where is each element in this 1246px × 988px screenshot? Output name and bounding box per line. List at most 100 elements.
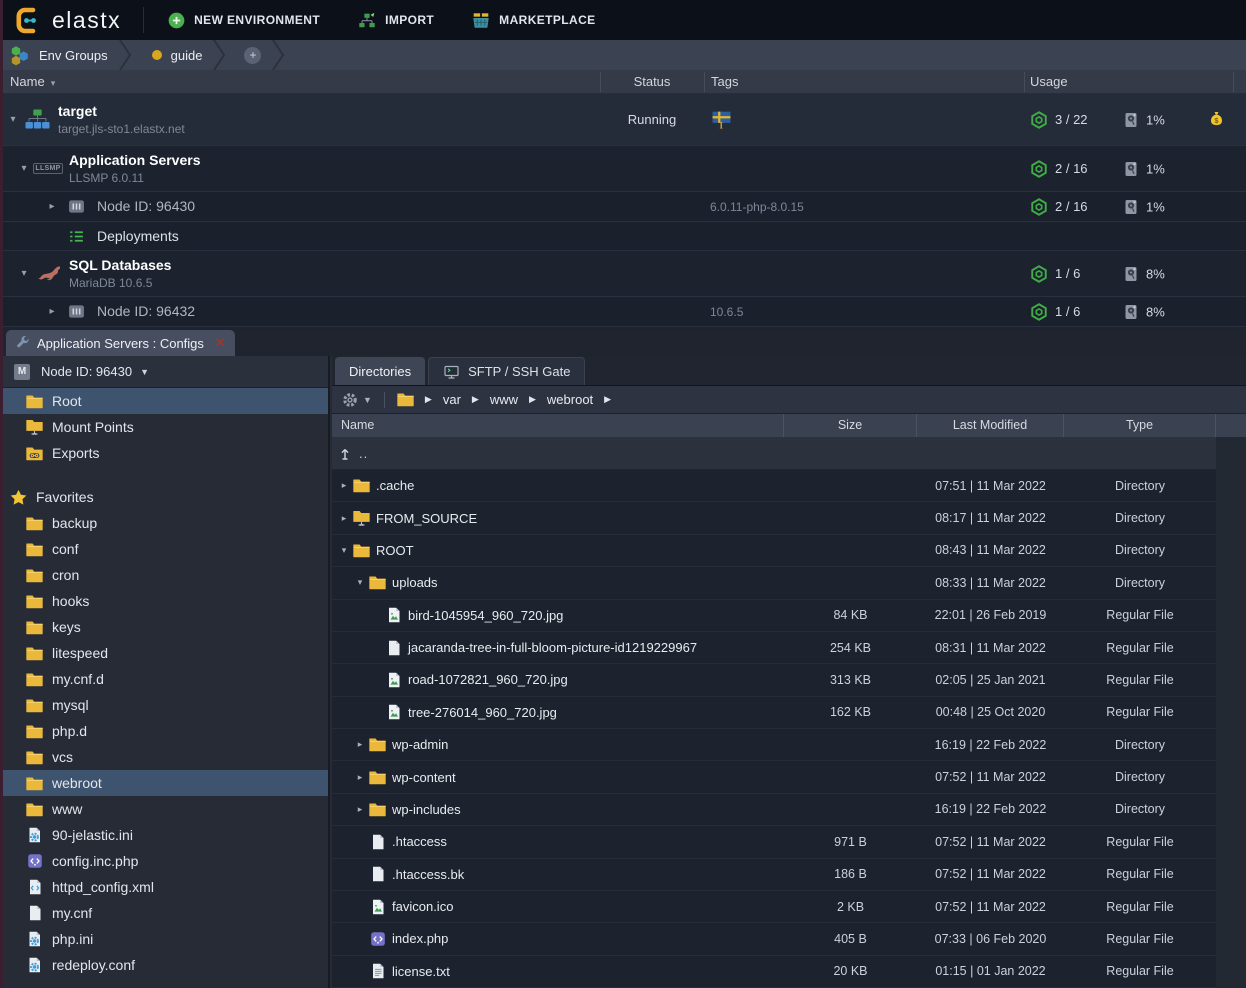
gear-icon	[342, 392, 358, 408]
sidebar-item[interactable]: litespeed	[0, 640, 328, 666]
sidebar-item[interactable]: config.inc.php	[0, 848, 328, 874]
close-icon[interactable]: ✕	[215, 335, 226, 351]
file-name: .cache	[376, 478, 414, 493]
node-selector-label: Node ID: 96430	[41, 364, 132, 379]
new-environment-button[interactable]: NEW ENVIRONMENT	[168, 12, 320, 29]
file-row[interactable]: ▸ FROM_SOURCE 08:17 | 11 Mar 2022 Direct…	[332, 502, 1216, 534]
billing-moneybag-icon[interactable]: $	[1208, 111, 1225, 129]
column-header-name[interactable]: Name	[332, 414, 784, 437]
file-row[interactable]: ▸ .cache 07:51 | 11 Mar 2022 Directory	[332, 470, 1216, 502]
file-row[interactable]: index.php 405 B 07:33 | 06 Feb 2020 Regu…	[332, 923, 1216, 955]
column-header-type[interactable]: Type	[1064, 414, 1216, 437]
environment-title: Deployments	[97, 228, 179, 245]
file-row[interactable]: favicon.ico 2 KB 07:52 | 11 Mar 2022 Reg…	[332, 891, 1216, 923]
breadcrumb-current-env[interactable]: guide	[132, 40, 213, 70]
sidebar-item[interactable]: my.cnf.d	[0, 666, 328, 692]
column-header-usage[interactable]: Usage	[1030, 70, 1068, 94]
column-header-name[interactable]: Name▾	[10, 70, 55, 94]
file-row[interactable]: ▸ wp-includes 16:19 | 22 Feb 2022 Direct…	[332, 794, 1216, 826]
file-row[interactable]: license.txt 20 KB 01:15 | 01 Jan 2022 Re…	[332, 956, 1216, 988]
sidebar-item[interactable]: vcs	[0, 744, 328, 770]
sidebar-item[interactable]: php.d	[0, 718, 328, 744]
marketplace-button[interactable]: MARKETPLACE	[472, 12, 595, 29]
disk-usage: 8%	[1123, 265, 1165, 282]
path-segment[interactable]: www	[490, 392, 518, 407]
file-row[interactable]: ▸ wp-admin 16:19 | 22 Feb 2022 Directory	[332, 729, 1216, 761]
environment-name-cell: ▾ LLSMP Application Servers LLSMP 6.0.11	[0, 146, 600, 191]
sidebar-item[interactable]: php.ini	[0, 926, 328, 952]
breadcrumb-env-groups[interactable]: Env Groups	[0, 40, 118, 70]
elastx-logo[interactable]: elastx	[16, 7, 121, 34]
import-button[interactable]: IMPORT	[358, 12, 434, 29]
node-selector[interactable]: M Node ID: 96430 ▼	[0, 356, 328, 388]
sidebar-item[interactable]: mysql	[0, 692, 328, 718]
environment-row[interactable]: ▾ SQL Databases MariaDB 10.6.5 1 / 6 8%	[0, 251, 1246, 297]
tree-chevron-icon[interactable]: ▾	[354, 577, 366, 588]
tree-chevron-icon[interactable]: ▾	[17, 268, 31, 279]
file-row[interactable]: .htaccess 971 B 07:52 | 11 Mar 2022 Regu…	[332, 826, 1216, 858]
file-row[interactable]: ▾ ROOT 08:43 | 11 Mar 2022 Directory	[332, 535, 1216, 567]
environment-row[interactable]: ▸ Node ID: 96432 10.6.5 1 / 6 8%	[0, 297, 1246, 327]
file-row[interactable]: bird-1045954_960_720.jpg 84 KB 22:01 | 2…	[332, 600, 1216, 632]
sidebar-item[interactable]: httpd_config.xml	[0, 874, 328, 900]
sidebar-item[interactable]: redeploy.conf	[0, 952, 328, 978]
column-header-size[interactable]: Size	[784, 414, 917, 437]
environment-row[interactable]: ▾ LLSMP Application Servers LLSMP 6.0.11…	[0, 146, 1246, 192]
sidebar-item[interactable]: Exports	[0, 440, 328, 466]
parent-directory-row[interactable]: ..	[332, 437, 1216, 470]
column-header-status[interactable]: Status	[600, 70, 704, 94]
sidebar-item[interactable]: conf	[0, 536, 328, 562]
sidebar-item-icon	[26, 698, 43, 713]
tree-chevron-icon[interactable]: ▾	[338, 545, 350, 556]
file-row[interactable]: road-1072821_960_720.jpg 313 KB 02:05 | …	[332, 664, 1216, 696]
sidebar-item[interactable]: www	[0, 796, 328, 822]
path-segment[interactable]: webroot	[547, 392, 593, 407]
tree-chevron-icon[interactable]: ▸	[354, 804, 366, 815]
tree-chevron-icon[interactable]: ▸	[338, 480, 350, 491]
file-row[interactable]: tree-276014_960_720.jpg 162 KB 00:48 | 2…	[332, 697, 1216, 729]
environment-icon	[35, 265, 61, 282]
environment-usage-cell: 1 / 6 8%	[1024, 297, 1233, 326]
tree-chevron-icon[interactable]: ▾	[6, 114, 20, 125]
tree-chevron-icon[interactable]: ▸	[354, 772, 366, 783]
path-segment[interactable]: var	[443, 392, 461, 407]
sidebar-item[interactable]: webroot	[0, 770, 328, 796]
sidebar-item[interactable]: Favorites	[0, 484, 328, 510]
environment-row[interactable]: Deployments	[0, 222, 1246, 251]
file-name-cell: ▸ FROM_SOURCE	[332, 510, 784, 526]
breadcrumb-add-group-button[interactable]: +	[226, 40, 271, 70]
column-header-tags[interactable]: Tags	[711, 70, 738, 94]
sidebar-item[interactable]: Mount Points	[0, 414, 328, 440]
environment-tags-cell	[710, 222, 1020, 250]
sidebar-item[interactable]: cron	[0, 562, 328, 588]
column-header-last-modified[interactable]: Last Modified	[917, 414, 1064, 437]
sidebar-item[interactable]: Root	[0, 388, 328, 414]
file-row[interactable]: .htaccess.bk 186 B 07:52 | 11 Mar 2022 R…	[332, 859, 1216, 891]
tree-chevron-icon[interactable]: ▸	[354, 739, 366, 750]
sidebar-item[interactable]: backup	[0, 510, 328, 536]
tree-chevron-icon[interactable]: ▸	[45, 201, 59, 212]
sidebar-item[interactable]: my.cnf	[0, 900, 328, 926]
tab-directories[interactable]: Directories	[335, 357, 425, 385]
path-breadcrumb: ▶ var ▶ www ▶ webroot ▶	[397, 392, 611, 407]
tab-sftp-ssh-gate[interactable]: SFTP / SSH Gate	[428, 357, 585, 385]
file-row[interactable]: ▾ uploads 08:33 | 11 Mar 2022 Directory	[332, 567, 1216, 599]
file-type: Regular File	[1064, 867, 1216, 881]
file-name: index.php	[392, 931, 448, 946]
file-row[interactable]: ▸ wp-content 07:52 | 11 Mar 2022 Directo…	[332, 761, 1216, 793]
file-name: wp-includes	[392, 802, 461, 817]
configs-panel-tab[interactable]: Application Servers : Configs ✕	[6, 330, 235, 356]
sidebar-item[interactable]: 90-jelastic.ini	[0, 822, 328, 848]
environment-row[interactable]: ▸ Node ID: 96430 6.0.11-php-8.0.15 2 / 1…	[0, 192, 1246, 222]
settings-menu-button[interactable]: ▼	[342, 392, 372, 408]
sidebar-item[interactable]: hooks	[0, 588, 328, 614]
sidebar-item-icon	[26, 620, 43, 635]
file-toolbar: ▼ ▶ var ▶ www ▶ webroot ▶	[332, 386, 1246, 414]
tree-chevron-icon[interactable]: ▸	[45, 306, 59, 317]
environment-row[interactable]: ▾ target target.jls-sto1.elastx.net Runn…	[0, 94, 1246, 146]
sidebar-item[interactable]: keys	[0, 614, 328, 640]
tree-chevron-icon[interactable]: ▾	[17, 163, 31, 174]
tree-chevron-icon[interactable]: ▸	[338, 513, 350, 524]
file-row[interactable]: jacaranda-tree-in-full-bloom-picture-id1…	[332, 632, 1216, 664]
plus-icon[interactable]: +	[244, 47, 261, 64]
